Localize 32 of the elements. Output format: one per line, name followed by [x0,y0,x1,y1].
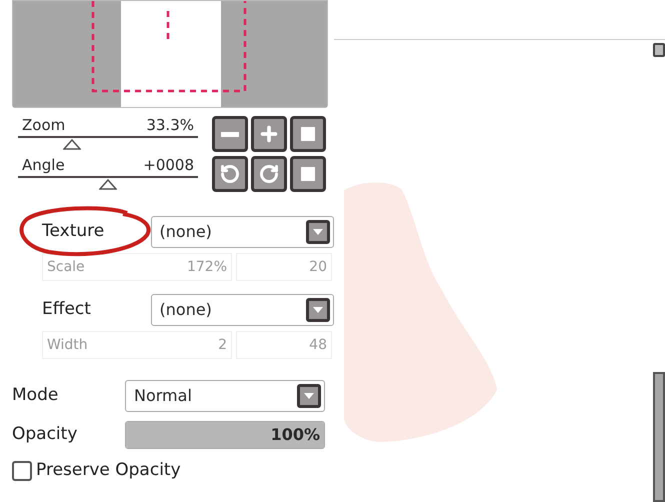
view-button[interactable] [290,116,326,152]
view-button[interactable] [251,116,287,152]
checkbox-label: Preserve Opacity [36,459,181,482]
slider-label: Zoom [22,116,66,134]
scrollbar-thumb[interactable] [653,372,665,502]
view-button[interactable] [212,116,248,152]
section-label: Texture [42,220,106,244]
section-label: Effect [42,298,92,322]
slider-thumb[interactable] [63,139,81,150]
square-icon [301,127,315,141]
slider[interactable]: Zoom 33.3% [18,116,198,152]
plus-icon [258,123,280,145]
slider-label: Angle [22,156,65,174]
scroll-button[interactable] [653,43,665,57]
view-button[interactable] [290,156,326,192]
opacity-slider[interactable]: 100% [125,421,325,449]
rotate-right-icon [259,164,279,184]
checkbox[interactable] [12,460,32,481]
dropdown[interactable]: Normal [125,380,325,412]
view-button[interactable] [251,156,287,192]
rotate-left-icon [220,164,240,184]
opacity-label: Opacity [12,423,78,446]
minus-icon [221,132,239,136]
slider-value: 33.3% [146,116,194,134]
dropdown[interactable]: (none) [150,216,334,248]
slider[interactable]: Angle +0008 [18,156,198,192]
slider-thumb[interactable] [99,179,117,190]
square-icon [301,166,315,180]
view-button[interactable] [212,156,248,192]
mode-label: Mode [12,384,60,408]
slider-value: +0008 [143,156,194,174]
dropdown[interactable]: (none) [150,294,334,326]
